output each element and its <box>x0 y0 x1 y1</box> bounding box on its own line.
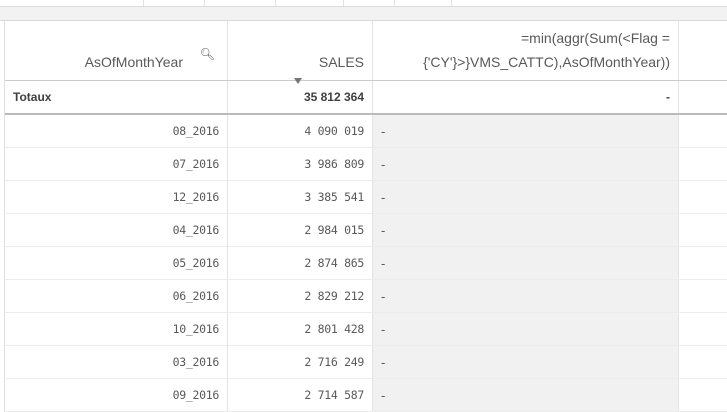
sales-cell: 2 829 212 <box>228 280 373 312</box>
empty-cell <box>679 181 727 213</box>
table-row[interactable]: 12_2016 3 385 541 - <box>5 181 727 214</box>
expression-cell: - <box>373 379 679 411</box>
search-icon[interactable]: 🔍︎ <box>200 47 215 61</box>
straight-table: AsOfMonthYear 🔍︎ SALES =min(aggr(Sum(<Fl… <box>4 21 727 412</box>
table-row[interactable]: 07_2016 3 986 809 - <box>5 148 727 181</box>
expression-cell: - <box>373 280 679 312</box>
header-row: AsOfMonthYear 🔍︎ SALES =min(aggr(Sum(<Fl… <box>5 21 727 84</box>
empty-column <box>679 21 727 80</box>
empty-cell <box>679 214 727 246</box>
totals-row: Totaux 35 812 364 - <box>5 81 727 115</box>
totals-sales: 35 812 364 <box>228 81 373 113</box>
table-row[interactable]: 10_2016 2 801 428 - <box>5 313 727 346</box>
sales-cell: 4 090 019 <box>228 115 373 147</box>
expression-cell: - <box>373 181 679 213</box>
sales-cell: 2 984 015 <box>228 214 373 246</box>
column-header-asofmonthyear[interactable]: AsOfMonthYear 🔍︎ <box>5 21 228 80</box>
empty-cell <box>679 280 727 312</box>
column-header-sales[interactable]: SALES <box>228 21 373 84</box>
table-row[interactable]: 03_2016 2 716 249 - <box>5 346 727 379</box>
month-cell[interactable]: 06_2016 <box>5 280 228 312</box>
month-cell[interactable]: 05_2016 <box>5 247 228 279</box>
sort-descending-icon <box>294 78 302 84</box>
empty-cell <box>679 346 727 378</box>
expression-cell: - <box>373 247 679 279</box>
empty-cell <box>679 148 727 180</box>
month-cell[interactable]: 07_2016 <box>5 148 228 180</box>
empty-cell <box>679 115 727 147</box>
table-row[interactable]: 04_2016 2 984 015 - <box>5 214 727 247</box>
month-cell[interactable]: 08_2016 <box>5 115 228 147</box>
expression-cell: - <box>373 346 679 378</box>
table-row[interactable]: 05_2016 2 874 865 - <box>5 247 727 280</box>
month-cell[interactable]: 12_2016 <box>5 181 228 213</box>
sales-cell: 2 714 587 <box>228 379 373 411</box>
empty-cell <box>679 247 727 279</box>
sales-cell: 3 385 541 <box>228 181 373 213</box>
empty-cell <box>679 379 727 411</box>
table-row[interactable]: 08_2016 4 090 019 - <box>5 115 727 148</box>
sales-cell: 2 874 865 <box>228 247 373 279</box>
table-row[interactable]: 09_2016 2 714 587 - <box>5 379 727 412</box>
expression-cell: - <box>373 214 679 246</box>
month-cell[interactable]: 04_2016 <box>5 214 228 246</box>
top-toolbar-strip <box>0 0 727 7</box>
sales-cell: 3 986 809 <box>228 148 373 180</box>
totals-label: Totaux <box>5 81 228 113</box>
column-header-expression[interactable]: =min(aggr(Sum(<Flag = {'CY'}>}VMS_CATTC)… <box>373 21 679 80</box>
expression-cell: - <box>373 313 679 345</box>
panel-gap <box>0 7 727 21</box>
header-label: AsOfMonthYear <box>84 54 183 70</box>
empty-cell <box>679 313 727 345</box>
month-cell[interactable]: 10_2016 <box>5 313 228 345</box>
month-cell[interactable]: 03_2016 <box>5 346 228 378</box>
empty-cell <box>679 81 727 113</box>
header-label: =min(aggr(Sum(<Flag = {'CY'}>}VMS_CATTC)… <box>423 30 670 70</box>
expression-cell: - <box>373 115 679 147</box>
month-cell[interactable]: 09_2016 <box>5 379 228 411</box>
sales-cell: 2 801 428 <box>228 313 373 345</box>
header-label: SALES <box>318 54 364 70</box>
table-row[interactable]: 06_2016 2 829 212 - <box>5 280 727 313</box>
sales-cell: 2 716 249 <box>228 346 373 378</box>
expression-cell: - <box>373 148 679 180</box>
totals-expression: - <box>373 81 679 113</box>
